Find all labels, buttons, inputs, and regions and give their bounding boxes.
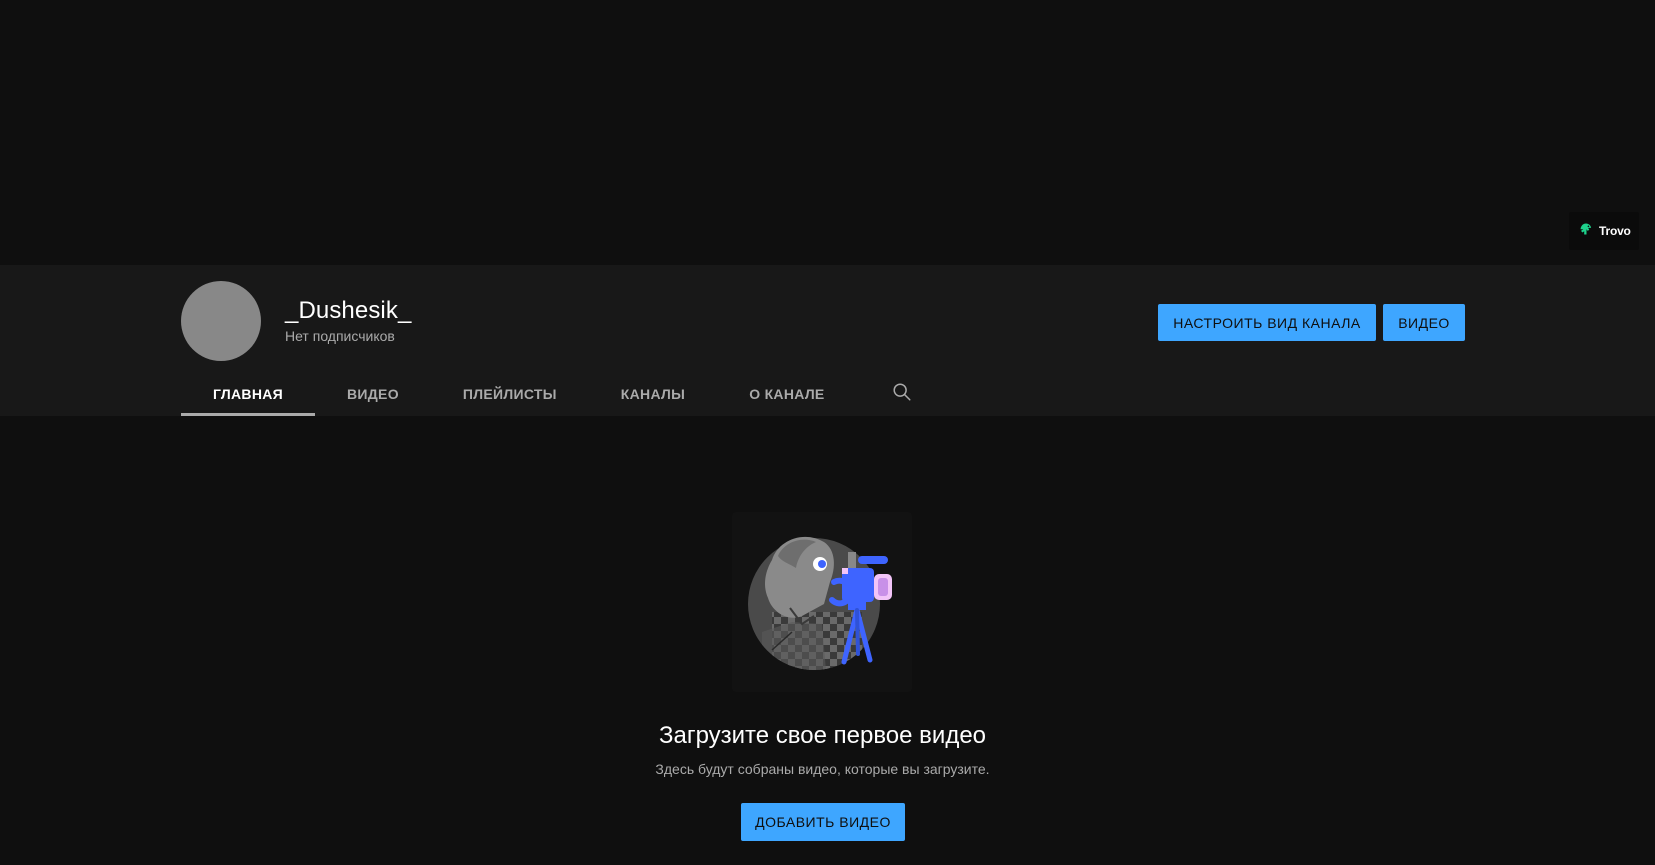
empty-state-title: Загрузите свое первое видео [658, 722, 987, 749]
subscriber-count: Нет подписчиков [285, 328, 395, 344]
empty-state-subtitle: Здесь будут собраны видео, которые вы за… [655, 761, 990, 777]
search-icon [891, 381, 913, 408]
avatar[interactable] [181, 281, 261, 361]
channel-search-button[interactable] [857, 372, 945, 416]
add-video-button[interactable]: Добавить видео [741, 803, 905, 841]
tab-channels[interactable]: Каналы [589, 372, 717, 416]
channel-tabs: Главная Видео Плейлисты Каналы О канале [181, 372, 945, 416]
banner-link-label: Trovo [1599, 224, 1631, 238]
trovo-icon [1578, 222, 1594, 241]
banner-link-trovo[interactable]: Trovo [1569, 212, 1639, 250]
tab-videos[interactable]: Видео [315, 372, 431, 416]
channel-name: _Dushesik_ [285, 297, 412, 324]
tab-playlists[interactable]: Плейлисты [431, 372, 589, 416]
tab-home[interactable]: Главная [181, 372, 316, 416]
camera-operator-illustration [732, 512, 912, 692]
channel-banner [0, 0, 1655, 265]
tab-about[interactable]: О канале [717, 372, 856, 416]
customize-channel-button[interactable]: Настроить вид канала [1158, 304, 1376, 341]
manage-videos-button[interactable]: Видео [1383, 304, 1465, 341]
